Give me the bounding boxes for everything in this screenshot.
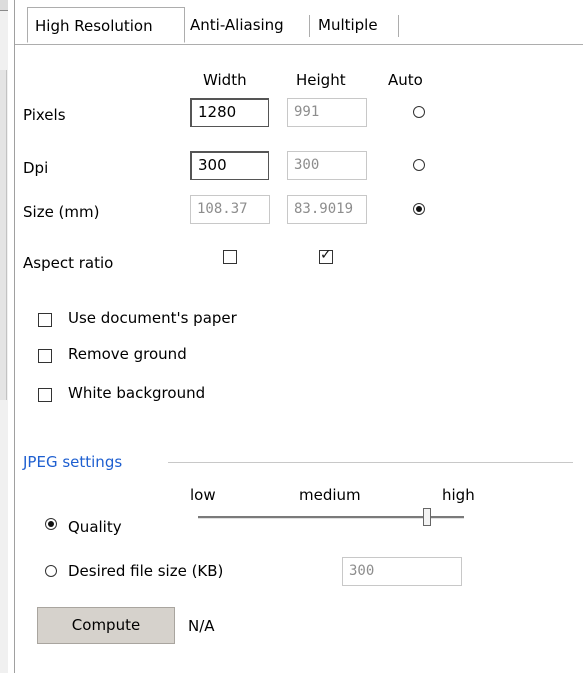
pixels-width-field[interactable]: 1280 — [190, 98, 269, 127]
pixels-height-field[interactable]: 991 — [287, 98, 367, 127]
size-height-field[interactable]: 83.9019 — [287, 195, 367, 224]
remove-ground-checkbox[interactable] — [38, 349, 52, 363]
use-document-paper-label[interactable]: Use document's paper — [68, 309, 237, 327]
tab-strip: High Resolution Anti-Aliasing Multiple — [15, 0, 583, 45]
corner-grip — [0, 0, 8, 11]
tab-high-resolution[interactable]: High Resolution — [27, 7, 185, 43]
column-header-height: Height — [296, 71, 346, 89]
group-divider-line — [168, 462, 573, 463]
pixels-label: Pixels — [23, 106, 66, 124]
tab-separator — [398, 15, 399, 37]
remove-ground-label[interactable]: Remove ground — [68, 345, 187, 363]
use-document-paper-checkbox[interactable] — [38, 313, 52, 327]
desired-file-size-radio[interactable] — [45, 565, 57, 577]
quality-scale-high: high — [442, 486, 475, 504]
column-header-width: Width — [203, 71, 247, 89]
pixels-auto-radio[interactable] — [413, 106, 425, 118]
white-background-label[interactable]: White background — [68, 384, 205, 402]
panel-divider — [14, 0, 15, 673]
white-background-checkbox[interactable] — [38, 388, 52, 402]
tab-multiple[interactable]: Multiple — [311, 7, 385, 43]
radio-selected-dot — [48, 521, 54, 527]
column-header-auto: Auto — [388, 71, 423, 89]
aspect-ratio-height-checkbox[interactable]: ✓ — [319, 247, 333, 264]
tab-separator — [309, 15, 310, 37]
checkmark-icon: ✓ — [320, 247, 332, 263]
size-label: Size (mm) — [23, 203, 100, 221]
size-width-field[interactable]: 108.37 — [190, 195, 270, 224]
dpi-auto-radio[interactable] — [413, 159, 425, 171]
quality-scale-medium: medium — [299, 486, 361, 504]
quality-scale-low: low — [190, 486, 216, 504]
quality-slider-thumb[interactable] — [423, 508, 431, 526]
desired-file-size-field[interactable]: 300 — [342, 557, 462, 586]
tab-anti-aliasing[interactable]: Anti-Aliasing — [183, 7, 291, 43]
dpi-height-field[interactable]: 300 — [287, 151, 367, 180]
aspect-ratio-width-checkbox[interactable] — [223, 250, 237, 264]
quality-radio[interactable] — [45, 518, 57, 530]
desired-file-size-label[interactable]: Desired file size (KB) — [68, 562, 223, 580]
dpi-label: Dpi — [23, 159, 49, 177]
compute-button[interactable]: Compute — [37, 607, 175, 644]
left-scrollbar[interactable] — [0, 70, 7, 400]
compute-result: N/A — [188, 617, 215, 635]
jpeg-settings-group-label: JPEG settings — [23, 453, 123, 471]
dpi-width-field[interactable]: 300 — [190, 151, 269, 180]
radio-selected-dot — [416, 206, 422, 212]
size-auto-radio[interactable] — [413, 203, 425, 215]
aspect-ratio-label: Aspect ratio — [23, 254, 114, 272]
quality-label[interactable]: Quality — [68, 518, 122, 536]
